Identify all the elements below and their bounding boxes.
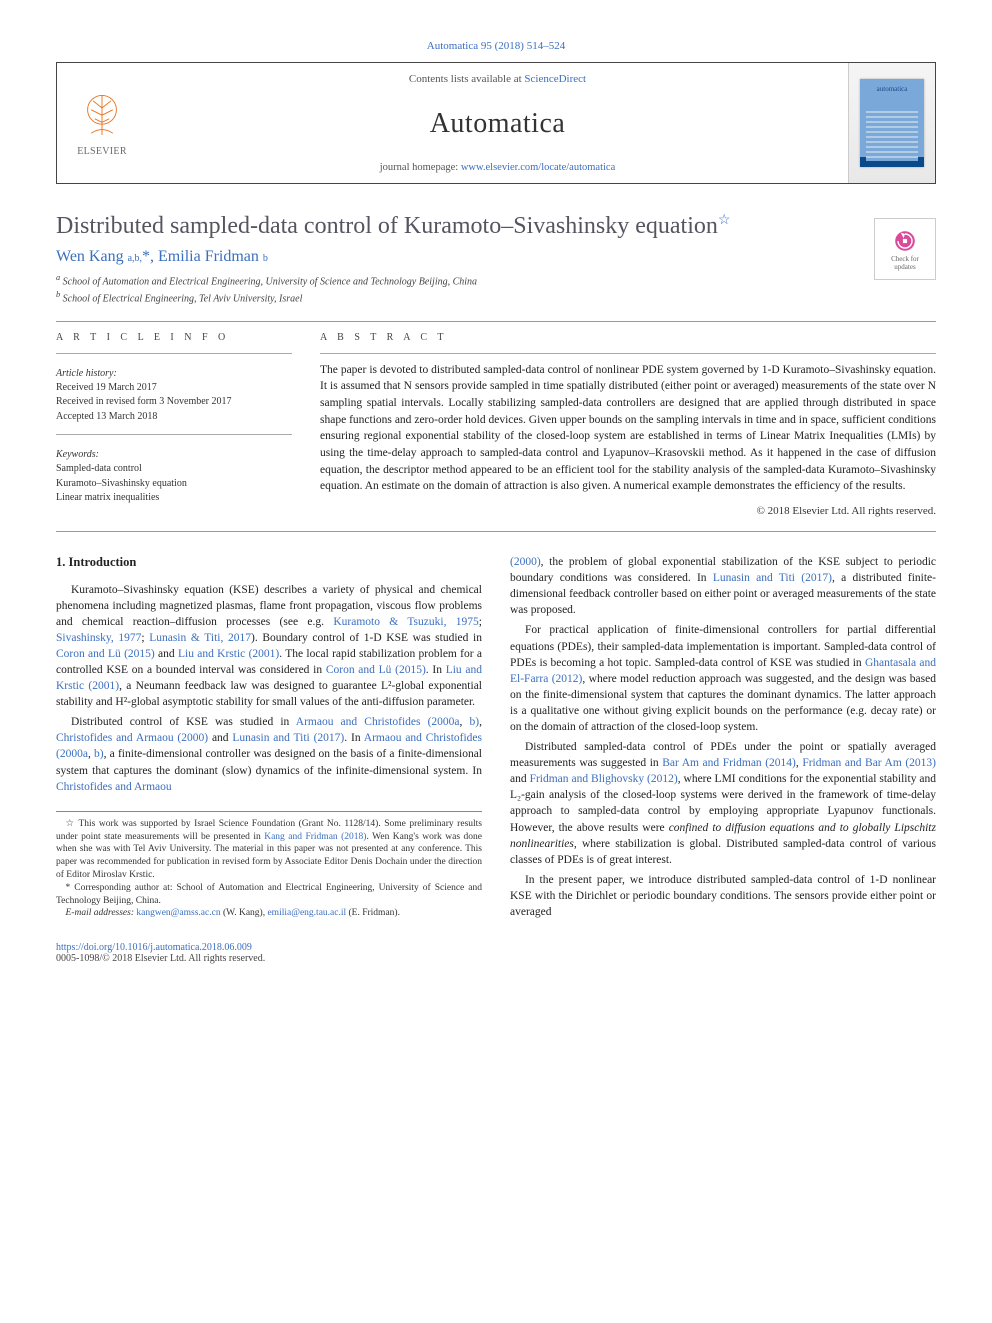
footnote-correspondence: * Corresponding author at: School of Aut… <box>56 882 482 908</box>
journal-name: Automatica <box>430 108 566 140</box>
paragraph: Distributed sampled-data control of PDEs… <box>510 739 936 868</box>
citation-link[interactable]: Liu and Krstic (2001) <box>178 648 279 660</box>
citation-link[interactable]: Fridman and Blighovsky (2012) <box>530 773 678 785</box>
body-text: 1. Introduction Kuramoto–Sivashinsky equ… <box>56 554 936 922</box>
keywords-title: Keywords: <box>56 449 292 460</box>
publisher-name: ELSEVIER <box>77 146 127 157</box>
history-title: Article history: <box>56 368 292 379</box>
paragraph: (2000), the problem of global exponentia… <box>510 554 936 618</box>
contents-line: Contents lists available at ScienceDirec… <box>409 73 586 85</box>
keyword-3: Linear matrix inequalities <box>56 491 292 506</box>
divider <box>56 531 936 532</box>
citation-link[interactable]: Fridman and Bar Am (2013) <box>802 757 936 769</box>
homepage-line: journal homepage: www.elsevier.com/locat… <box>380 162 616 173</box>
keyword-1: Sampled-data control <box>56 462 292 477</box>
history-accepted: Accepted 13 March 2018 <box>56 410 292 425</box>
authors: Wen Kang a,b,*, Emilia Fridman b <box>56 248 874 266</box>
citation-link[interactable]: Sivashinsky, 1977 <box>56 632 141 644</box>
affiliations: a School of Automation and Electrical En… <box>56 272 874 307</box>
keyword-2: Kuramoto–Sivashinsky equation <box>56 477 292 492</box>
paragraph: In the present paper, we introduce distr… <box>510 872 936 920</box>
page-footer: https://doi.org/10.1016/j.automatica.201… <box>56 942 936 964</box>
citation-link[interactable]: Bar Am and Fridman (2014) <box>662 757 796 769</box>
copyright-line: © 2018 Elsevier Ltd. All rights reserved… <box>320 505 936 517</box>
history-revised: Received in revised form 3 November 2017 <box>56 395 292 410</box>
article-title-text: Distributed sampled-data control of Kura… <box>56 213 718 239</box>
section-heading: 1. Introduction <box>56 554 482 572</box>
paragraph: Distributed control of KSE was studied i… <box>56 714 482 794</box>
doi-link[interactable]: https://doi.org/10.1016/j.automatica.201… <box>56 942 252 953</box>
article-info-label: A R T I C L E I N F O <box>56 332 292 343</box>
contents-prefix: Contents lists available at <box>409 73 524 85</box>
title-footnote-marker: ☆ <box>718 213 731 228</box>
issn-line: 0005-1098/© 2018 Elsevier Ltd. All right… <box>56 953 936 964</box>
citation-link[interactable]: Christofides and Armaou <box>56 781 172 793</box>
journal-center: Contents lists available at ScienceDirec… <box>147 63 848 183</box>
affiliation-b: b School of Electrical Engineering, Tel … <box>56 289 874 306</box>
check-for-updates-badge[interactable]: Check for updates <box>874 218 936 280</box>
updates-text1: Check for <box>891 255 919 263</box>
homepage-link[interactable]: www.elsevier.com/locate/automatica <box>461 162 615 173</box>
citation-link[interactable]: Lunasin and Titi (2017) <box>232 732 344 744</box>
citation-link[interactable]: (2000) <box>510 556 541 568</box>
footnotes: ☆ This work was supported by Israel Scie… <box>56 811 482 921</box>
journal-cover-thumb <box>848 63 935 183</box>
article-info-column: A R T I C L E I N F O Article history: R… <box>56 332 292 517</box>
journal-banner: ELSEVIER Contents lists available at Sci… <box>56 62 936 184</box>
email-link[interactable]: emilia@eng.tau.ac.il <box>267 908 346 918</box>
citation-link[interactable]: b) <box>94 748 104 760</box>
citation-link[interactable]: Lunasin & Titi, 2017 <box>149 632 251 644</box>
citation-link[interactable]: Kang and Fridman (2018) <box>264 832 366 842</box>
citation-link[interactable]: Christofides and Armaou (2000) <box>56 732 208 744</box>
affiliation-a: a School of Automation and Electrical En… <box>56 272 874 289</box>
sciencedirect-link[interactable]: ScienceDirect <box>524 73 586 85</box>
citation-link[interactable]: Armaou and Christofides (2000a <box>296 716 460 728</box>
history-received: Received 19 March 2017 <box>56 381 292 396</box>
citation-link[interactable]: Lunasin and Titi (2017) <box>713 572 832 584</box>
paragraph: Kuramoto–Sivashinsky equation (KSE) desc… <box>56 582 482 711</box>
citation-link[interactable]: Coron and Lü (2015) <box>56 648 155 660</box>
updates-icon <box>891 227 919 255</box>
email-link[interactable]: kangwen@amss.ac.cn <box>136 908 220 918</box>
elsevier-tree-icon <box>75 90 129 144</box>
abstract-column: A B S T R A C T The paper is devoted to … <box>320 332 936 517</box>
article-title: Distributed sampled-data control of Kura… <box>56 212 874 240</box>
abstract-label: A B S T R A C T <box>320 332 936 343</box>
publisher-logo: ELSEVIER <box>57 63 147 183</box>
paragraph: For practical application of finite-dime… <box>510 622 936 735</box>
footnote-emails: E-mail addresses: kangwen@amss.ac.cn (W.… <box>56 907 482 920</box>
homepage-prefix: journal homepage: <box>380 162 461 173</box>
citation-link[interactable]: Coron and Lü (2015) <box>326 664 426 676</box>
divider <box>56 321 936 322</box>
abstract-text: The paper is devoted to distributed samp… <box>320 362 936 495</box>
updates-text2: updates <box>894 263 915 271</box>
footnote-star: ☆ This work was supported by Israel Scie… <box>56 818 482 882</box>
citation-link[interactable]: Kuramoto & Tsuzuki, 1975 <box>333 616 478 628</box>
running-head: Automatica 95 (2018) 514–524 <box>56 40 936 52</box>
citation-link[interactable]: b) <box>470 716 480 728</box>
